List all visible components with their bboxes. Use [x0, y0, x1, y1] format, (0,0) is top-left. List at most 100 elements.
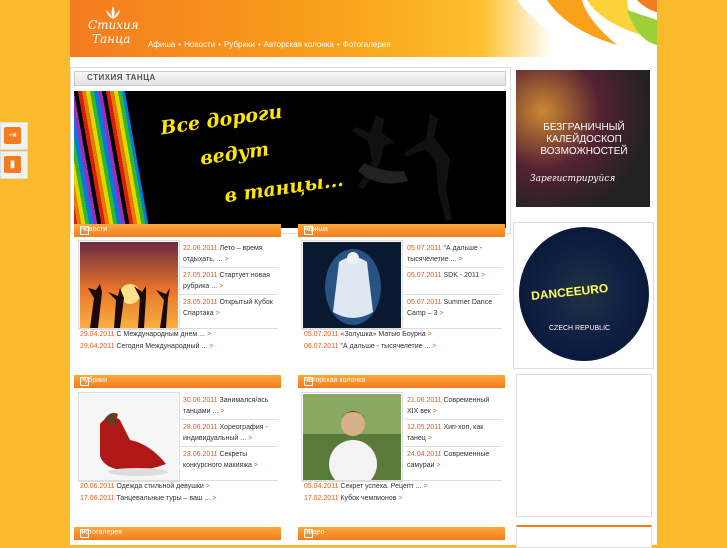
panel-header-author-column[interactable]: Авторская колонка +	[298, 375, 505, 388]
item-text[interactable]: "А дальше - тысячелетие ...	[340, 343, 430, 350]
item-date: 21.06.2011	[407, 397, 442, 404]
banner-text-1: Все дороги	[159, 100, 284, 140]
arrow-icon: >	[423, 483, 428, 490]
item-date: 17.06.2011	[79, 495, 115, 502]
item-text[interactable]: Сегодня Международный ...	[116, 343, 207, 350]
expand-icon[interactable]: +	[304, 226, 313, 235]
dancers-silhouette	[352, 113, 452, 221]
panel-header-video[interactable]: Видео +	[298, 527, 505, 540]
arrow-icon: >	[209, 343, 214, 350]
item-text[interactable]: Танцевальные туры – ваш ...	[116, 495, 210, 502]
nav-rubrics[interactable]: Рубрики	[224, 40, 255, 49]
arrow-icon: >	[432, 343, 437, 350]
arrow-icon: >	[205, 483, 210, 490]
stats-icon: ▮	[4, 156, 21, 173]
expand-icon[interactable]: +	[304, 377, 313, 386]
item-date: 05.07.2011	[407, 272, 442, 279]
panel-header-rubrics[interactable]: Рубрики +	[74, 375, 281, 388]
item-date: 05.07.2011	[303, 331, 339, 338]
item-date: 29.04.2011	[79, 343, 115, 350]
list-item[interactable]: 20.06.2011 Одежда стильной девушки >	[78, 481, 278, 493]
main-nav: Афиша • Новости • Рубрики • Авторская колонка •…	[148, 40, 391, 49]
nav-bullet: •	[257, 40, 261, 49]
list-item[interactable]: 05.07.2011 «Золушка» Матью Боурна >	[302, 329, 502, 341]
item-date: 24.04.2011	[407, 451, 442, 458]
list-item[interactable]: 30.06.2011 Занимался/ась танцами ... >	[180, 393, 278, 420]
panel-title-author-column: Авторская колонка	[304, 377, 366, 384]
item-date: 22.06.2011	[183, 245, 218, 252]
item-date: 29.04.2011	[79, 331, 115, 338]
afisha-list: 05.07.2011 "А дальше - тысячелетие ... >…	[404, 241, 502, 322]
list-item[interactable]: 29.04.2011 Сегодня Международный ... >	[78, 341, 278, 353]
list-item[interactable]: 05.07.2011 Summer Dance Camp – 3 >	[404, 295, 502, 322]
item-date: 20.06.2011	[79, 483, 115, 490]
item-text[interactable]: Секрет успеха. Рецепт ...	[340, 483, 421, 490]
header-decoration	[517, 0, 657, 57]
nav-afisha[interactable]: Афиша	[148, 40, 175, 49]
banner-text-3: в танцы...	[223, 168, 345, 208]
expand-icon[interactable]: +	[80, 226, 89, 235]
main-banner[interactable]: Все дороги ведут в танцы...	[74, 91, 506, 228]
side-tab-stats[interactable]: ▮	[0, 151, 28, 179]
list-item[interactable]: 28.06.2011 Хореография - индивидуальный …	[180, 420, 278, 447]
list-item[interactable]: 05.04.2011 Секрет успеха. Рецепт ... >	[302, 481, 502, 493]
ad-banner-kaleidoscope[interactable]: БЕЗГРАНИЧНЫЙ КАЛЕЙДОСКОП ВОЗМОЖНОСТЕЙ За…	[516, 70, 650, 207]
site-logo[interactable]: Стихия Танца	[88, 6, 140, 52]
section-title-bar: СТИХИЯ ТАНЦА	[74, 71, 506, 86]
arrow-icon: >	[220, 408, 225, 415]
list-item[interactable]: 17.02.2011 Кубок чемпионов >	[302, 493, 502, 505]
item-date: 12.05.2011	[407, 424, 442, 431]
rubrics-photo[interactable]	[80, 394, 178, 480]
item-date: 17.02.2011	[303, 495, 339, 502]
ad-banner-danceeuro[interactable]: DANCEEURO CZECH REPUBLIC	[519, 227, 649, 361]
list-item[interactable]: 06.07.2011 "А дальше - тысячелетие ... >	[302, 341, 502, 353]
nav-author-column[interactable]: Авторская колонка	[264, 40, 334, 49]
list-item[interactable]: 21.06.2011 Современный XIX век >	[404, 393, 502, 420]
list-item[interactable]: 17.06.2011 Танцевальные туры – ваш ... >	[78, 493, 278, 505]
ad2-country: CZECH REPUBLIC	[549, 325, 611, 332]
nav-photogallery[interactable]: Фотогалерея	[343, 40, 391, 49]
panel-header-news[interactable]: Новости +	[74, 224, 281, 237]
banner-rainbow	[74, 91, 150, 228]
arrow-icon: >	[432, 408, 437, 415]
list-item[interactable]: 29.04.2011 С Международным днем ... >	[78, 329, 278, 341]
side-tab-login[interactable]: ⇥	[0, 122, 28, 150]
author-photo[interactable]	[303, 394, 401, 480]
item-text[interactable]: Кубок чемпионов	[340, 495, 396, 502]
site-header: Стихия Танца Афиша • Новости • Рубрики • Автор…	[70, 0, 657, 57]
logo-text-1: Стихия	[88, 18, 139, 32]
item-text[interactable]: «Золушка» Матью Боурна	[340, 331, 425, 338]
panel-header-photogallery[interactable]: Фотогалерея +	[74, 527, 281, 540]
list-item[interactable]: 23.05.2011 Открытый Кубок Спартака >	[180, 295, 278, 322]
list-item[interactable]: 22.06.2011 Лето – время отдыхать, ... >	[180, 241, 278, 268]
arrow-icon: >	[206, 331, 212, 338]
rubrics-list: 30.06.2011 Занимался/ась танцами ... > 2…	[180, 393, 278, 474]
item-text[interactable]: С Международным днем ...	[116, 331, 205, 338]
arrow-icon: >	[224, 256, 229, 263]
afisha-footer-list: 05.07.2011 «Золушка» Матью Боурна > 06.0…	[302, 328, 502, 353]
expand-icon[interactable]: +	[80, 377, 89, 386]
list-item[interactable]: 05.07.2011 "А дальше - тысячелетие ... >	[404, 241, 502, 268]
nav-news[interactable]: Новости	[184, 40, 215, 49]
expand-icon[interactable]: +	[304, 529, 313, 538]
list-item[interactable]: 05.07.2011 SDK - 2011 >	[404, 268, 502, 295]
item-date: 27.05.2011	[183, 272, 218, 279]
arrow-icon: >	[458, 256, 463, 263]
list-item[interactable]: 23.06.2011 Секреты конкурсного макияжа >	[180, 447, 278, 474]
arrow-icon: >	[219, 283, 224, 290]
author-list: 21.06.2011 Современный XIX век > 12.05.2…	[404, 393, 502, 474]
afisha-photo[interactable]	[303, 242, 401, 328]
list-item[interactable]: 12.05.2011 Хип-хоп, как танец >	[404, 420, 502, 447]
expand-icon[interactable]: +	[80, 529, 89, 538]
arrow-icon: >	[481, 272, 486, 279]
panel-header-afisha[interactable]: Афиша +	[298, 224, 505, 237]
item-text[interactable]: Одежда стильной девушки	[116, 483, 203, 490]
list-item[interactable]: 27.05.2011 Стартует новая рубрика ... >	[180, 268, 278, 295]
news-photo[interactable]	[80, 242, 178, 328]
list-item[interactable]: 24.04.2011 Современные самураи >	[404, 447, 502, 474]
arrow-icon: >	[398, 495, 403, 502]
section-title: СТИХИЯ ТАНЦА	[87, 73, 156, 82]
item-date: 30.06.2011	[183, 397, 218, 404]
item-text[interactable]: SDK - 2011	[443, 272, 479, 279]
nav-bullet: •	[178, 40, 182, 49]
